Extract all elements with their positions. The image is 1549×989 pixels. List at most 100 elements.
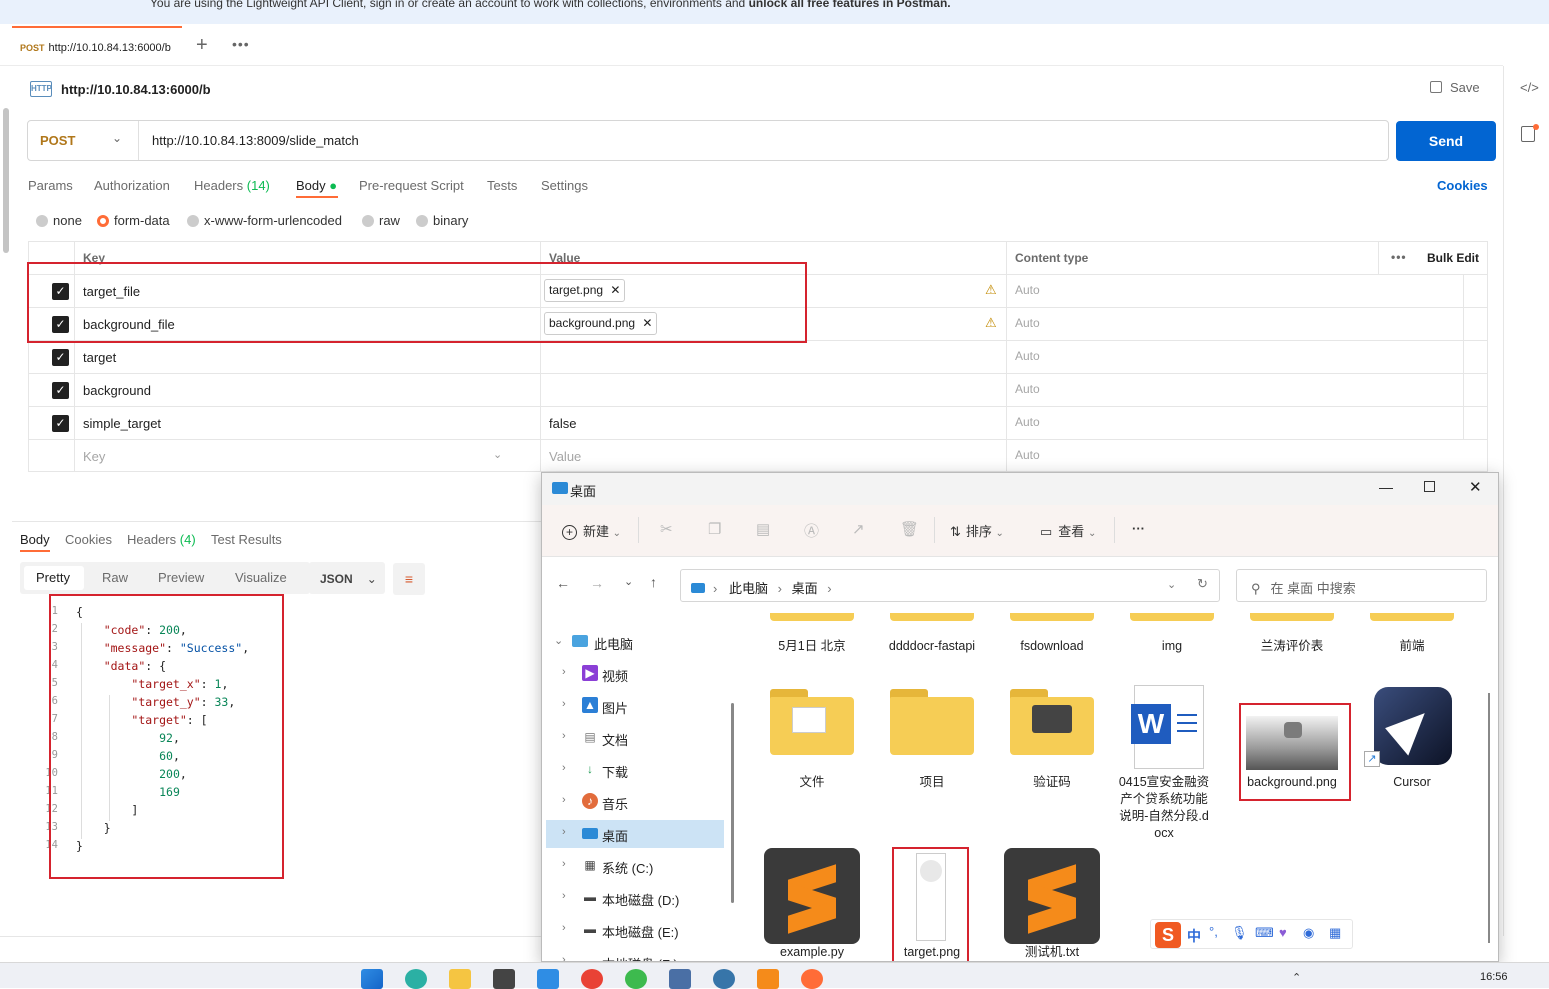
response-tab-cookies[interactable]: Cookies [65,532,112,547]
word-document-icon[interactable]: W [1131,685,1204,769]
keyboard-icon[interactable]: ⌨ [1255,925,1274,941]
breadcrumb-desktop[interactable]: 桌面 [792,581,818,596]
terminal-icon[interactable] [493,969,515,989]
postman-icon[interactable] [801,969,823,989]
nav-item-drive-f[interactable]: › ▬ 本地磁盘 (F:) [546,948,724,961]
bulk-edit-button[interactable]: Bulk Edit [1427,251,1479,265]
close-icon[interactable]: ✕ [1469,478,1482,496]
ime-mode[interactable]: 中 [1187,926,1201,946]
nav-scrollbar[interactable] [731,703,734,903]
nav-item-drive-e[interactable]: › ▬ 本地磁盘 (E:) [546,916,724,944]
sublime-file-icon[interactable] [764,848,860,944]
nav-item-music[interactable]: › ♪ 音乐 [546,788,724,816]
rename-icon[interactable]: Ⓐ [804,520,819,541]
cursor-app-icon[interactable] [1374,687,1452,765]
cut-icon[interactable]: ✂ [660,520,673,538]
tab-body[interactable]: Body ● [296,178,337,193]
warning-icon[interactable]: ⚠ [985,315,997,331]
content-type-placeholder[interactable]: Auto [1015,448,1040,462]
chevron-down-icon[interactable]: ⌄ [1167,578,1176,591]
row-value[interactable]: false [549,416,576,431]
row-checkbox[interactable]: ✓ [52,415,69,432]
search-input[interactable]: ⚲ 在 桌面 中搜索 [1236,569,1487,602]
new-button[interactable]: + 新建 ⌄ [562,521,621,540]
clock[interactable]: 16:56 [1480,971,1508,983]
nav-item-downloads[interactable]: › ↓ 下载 [546,756,724,784]
tab-pre-request-script[interactable]: Pre-request Script [359,178,464,193]
tab-tests[interactable]: Tests [487,178,517,193]
file-label[interactable]: img [1117,638,1227,655]
folder-icon[interactable] [770,689,854,755]
nav-item-desktop[interactable]: › 桌面 [546,820,724,848]
file-scrollbar[interactable] [1488,693,1490,943]
warning-icon[interactable]: ⚠ [985,282,997,298]
vscode-icon[interactable] [537,969,559,989]
nav-item-drive-c[interactable]: › ▦ 系统 (C:) [546,852,724,880]
view-button[interactable]: ▭ 查看 ⌄ [1040,521,1096,540]
save-button[interactable]: Save [1430,80,1480,95]
row-content-type[interactable]: Auto [1015,349,1040,363]
nav-item-pictures[interactable]: › ▲ 图片 [546,692,724,720]
folder-icon[interactable] [890,613,974,621]
radio-form-data[interactable] [97,215,109,227]
view-pretty[interactable]: Pretty [36,570,70,585]
code-icon[interactable]: </> [1520,80,1539,95]
file-label[interactable]: 前端 [1357,638,1467,655]
row-key[interactable]: target [83,350,116,365]
response-tab-test-results[interactable]: Test Results [211,532,282,547]
copy-icon[interactable]: ❐ [708,520,721,538]
folder-icon[interactable] [1130,613,1214,621]
row-key[interactable]: simple_target [83,416,161,431]
folder-icon[interactable] [1370,613,1454,621]
row-content-type[interactable]: Auto [1015,283,1040,297]
file-label[interactable]: example.py [757,944,867,961]
punctuation-icon[interactable]: °, [1209,924,1218,939]
format-select[interactable]: JSON ⌄ [309,562,385,594]
radio-binary[interactable] [416,215,428,227]
sublime-icon[interactable] [757,969,779,989]
recent-chevron-icon[interactable]: ⌄ [624,575,633,588]
address-bar[interactable]: › 此电脑 › 桌面 › ⌄ ↻ [680,569,1220,602]
breadcrumb-this-pc[interactable]: 此电脑 [729,581,768,596]
nav-item-documents[interactable]: › ▤ 文档 [546,724,724,752]
share-icon[interactable]: ↗ [852,520,865,538]
chevron-down-icon[interactable]: ⌄ [112,131,122,145]
send-button[interactable]: Send [1396,121,1496,161]
nav-item-drive-d[interactable]: › ▬ 本地磁盘 (D:) [546,884,724,912]
sogou-icon[interactable]: S [1155,922,1181,948]
radio-none[interactable] [36,215,48,227]
minimize-icon[interactable]: — [1379,479,1393,495]
request-title[interactable]: http://10.10.84.13:6000/b [61,82,211,97]
view-raw[interactable]: Raw [102,570,128,585]
nav-item-this-pc[interactable]: ⌄ 此电脑 [546,628,724,656]
row-content-type[interactable]: Auto [1015,415,1040,429]
cookies-link[interactable]: Cookies [1437,178,1488,193]
row-content-type[interactable]: Auto [1015,382,1040,396]
file-label[interactable]: 5月1日 北京 [757,638,867,655]
file-label[interactable]: 0415宣安金融资产个贷系统功能说明-自然分段.docx [1117,774,1211,842]
remote-desktop-icon[interactable] [669,969,691,989]
edge-icon[interactable] [405,969,427,989]
file-label[interactable]: 兰涛评价表 [1237,638,1347,655]
wechat-icon[interactable] [625,969,647,989]
microphone-icon[interactable]: 🎙 [1231,925,1248,941]
chevron-up-icon[interactable]: ⌃ [1292,971,1301,984]
row-key[interactable]: background [83,383,151,398]
banner-bold[interactable]: unlock all free features in Postman. [749,0,951,10]
method-select[interactable]: POST [40,133,75,148]
file-explorer-icon[interactable] [449,969,471,989]
row-content-type[interactable]: Auto [1015,316,1040,330]
radio-urlencoded[interactable] [187,215,199,227]
tab-headers[interactable]: Headers (14) [194,178,270,193]
more-options-icon[interactable]: ••• [1391,250,1407,264]
file-label[interactable]: 测试机.txt [997,944,1107,961]
wrap-lines-icon[interactable]: ≡ [393,563,425,595]
url-input[interactable]: http://10.10.84.13:8009/slide_match [152,133,359,148]
python-icon[interactable] [713,969,735,989]
tab-settings[interactable]: Settings [541,178,588,193]
start-icon[interactable] [361,969,383,989]
radio-raw[interactable] [362,215,374,227]
more-tabs-icon[interactable]: ••• [232,36,250,52]
row-checkbox[interactable]: ✓ [52,382,69,399]
game-icon[interactable]: ◉ [1303,925,1314,941]
